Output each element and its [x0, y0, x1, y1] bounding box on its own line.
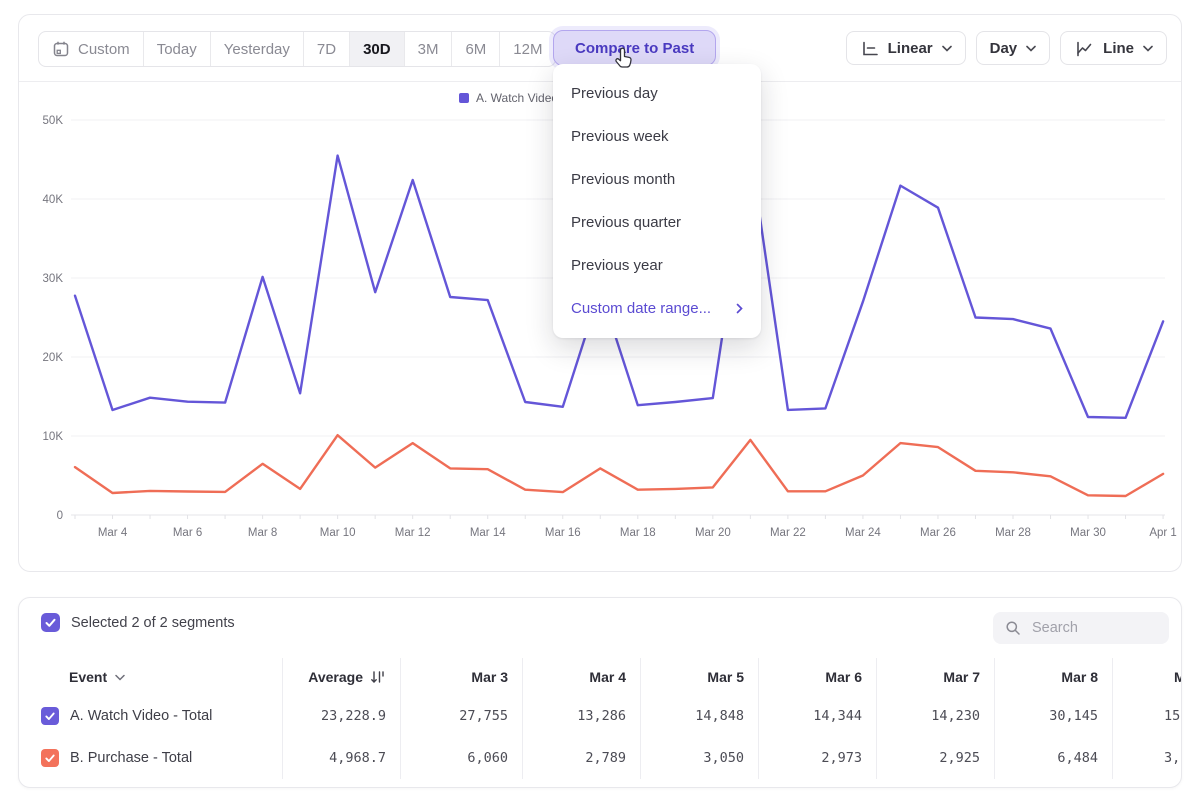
sort-descending-icon [370, 670, 386, 684]
select-all-checkbox[interactable] [41, 613, 60, 632]
search-icon [1005, 620, 1021, 636]
linear-axis-icon [860, 40, 879, 57]
range-7d-button[interactable]: 7D [304, 32, 350, 66]
svg-text:Mar 6: Mar 6 [173, 527, 202, 539]
table-cell-clipped: 3, [1112, 737, 1182, 779]
svg-text:Mar 18: Mar 18 [620, 527, 656, 539]
table-cell: 14,230 [876, 695, 994, 737]
table-cell: 6,060 [400, 737, 522, 779]
scale-dropdown[interactable]: Linear [846, 31, 966, 65]
svg-text:Mar 10: Mar 10 [320, 527, 356, 539]
svg-text:Mar 20: Mar 20 [695, 527, 731, 539]
date-column-header: Mar 4 [522, 659, 640, 695]
svg-text:10K: 10K [43, 431, 64, 443]
range-30d-button[interactable]: 30D [350, 32, 405, 66]
interval-dropdown[interactable]: Day [976, 31, 1051, 65]
svg-text:Mar 16: Mar 16 [545, 527, 581, 539]
table-cell: 2,925 [876, 737, 994, 779]
svg-text:Mar 22: Mar 22 [770, 527, 806, 539]
menu-item-previous-year[interactable]: Previous year [553, 244, 761, 287]
menu-item-previous-month[interactable]: Previous month [553, 158, 761, 201]
svg-text:Apr 1: Apr 1 [1149, 527, 1177, 539]
range-yesterday-button[interactable]: Yesterday [211, 32, 304, 66]
row-checkbox-purchase[interactable] [41, 749, 59, 767]
segments-search[interactable] [993, 612, 1169, 644]
table-cell-clipped: 15, [1112, 695, 1182, 737]
event-column-header[interactable]: Event [19, 659, 282, 695]
date-column-header: Mar 6 [758, 659, 876, 695]
svg-text:Mar 30: Mar 30 [1070, 527, 1106, 539]
svg-text:Mar 26: Mar 26 [920, 527, 956, 539]
chevron-right-icon [736, 303, 743, 314]
svg-text:30K: 30K [43, 273, 64, 285]
svg-text:Mar 8: Mar 8 [248, 527, 277, 539]
selected-segments-label: Selected 2 of 2 segments [71, 615, 235, 631]
compare-to-past-menu: Previous day Previous week Previous mont… [553, 64, 761, 338]
svg-text:50K: 50K [43, 115, 64, 127]
check-icon [44, 752, 56, 764]
table-cell: 14,344 [758, 695, 876, 737]
date-column-header: Mar 3 [400, 659, 522, 695]
range-12m-button[interactable]: 12M [500, 32, 555, 66]
table-cell: 2,789 [522, 737, 640, 779]
table-cell: 13,286 [522, 695, 640, 737]
table-cell: 6,484 [994, 737, 1112, 779]
date-column-header: Mar 8 [994, 659, 1112, 695]
chart-display-controls: Linear Day Line [846, 31, 1167, 65]
date-column-header: Mar 5 [640, 659, 758, 695]
segments-card: Selected 2 of 2 segments Event Average [18, 597, 1182, 788]
segments-table: Event Average Mar 3 Mar 4 Mar 5 Mar 6 Ma… [19, 659, 1182, 779]
svg-text:0: 0 [57, 510, 63, 522]
table-cell: 3,050 [640, 737, 758, 779]
table-cell: 14,848 [640, 695, 758, 737]
hand-cursor-icon [612, 47, 635, 72]
svg-text:Mar 4: Mar 4 [98, 527, 128, 539]
table-cell: 27,755 [400, 695, 522, 737]
line-chart-icon [1074, 40, 1094, 57]
chevron-down-icon [1026, 45, 1036, 52]
date-column-header: Mar 7 [876, 659, 994, 695]
svg-text:Mar 12: Mar 12 [395, 527, 431, 539]
range-3m-button[interactable]: 3M [405, 32, 453, 66]
check-icon [44, 616, 57, 629]
range-6m-button[interactable]: 6M [452, 32, 500, 66]
range-custom-button[interactable]: Custom [39, 32, 144, 66]
svg-text:20K: 20K [43, 352, 64, 364]
series-a-legend-label: A. Watch Video [476, 91, 558, 105]
calendar-icon [52, 40, 70, 58]
svg-text:Mar 28: Mar 28 [995, 527, 1031, 539]
menu-item-previous-day[interactable]: Previous day [553, 72, 761, 115]
analytics-report-page: 0 10K 20K 30K 40K 50K Mar 4 Mar 6 Mar 8 Mar 10 Mar… [0, 0, 1200, 802]
menu-item-custom-date-range[interactable]: Custom date range... [553, 287, 761, 330]
check-icon [44, 710, 56, 722]
svg-text:40K: 40K [43, 194, 64, 206]
table-row-purchase-label: B. Purchase - Total [19, 737, 282, 779]
range-today-button[interactable]: Today [144, 32, 211, 66]
row-checkbox-watch-video[interactable] [41, 707, 59, 725]
chart-type-dropdown[interactable]: Line [1060, 31, 1167, 65]
menu-item-previous-week[interactable]: Previous week [553, 115, 761, 158]
svg-text:Mar 14: Mar 14 [470, 527, 506, 539]
chevron-down-icon [115, 674, 125, 681]
table-cell: 2,973 [758, 737, 876, 779]
search-input[interactable] [1030, 619, 1154, 637]
chevron-down-icon [1143, 45, 1153, 52]
average-column-header[interactable]: Average [282, 659, 400, 695]
series-a-swatch [459, 93, 469, 103]
chart-legend: A. Watch Video [459, 91, 558, 105]
table-cell: 4,968.7 [282, 737, 400, 779]
table-cell: 30,145 [994, 695, 1112, 737]
table-row-watch-video-label: A. Watch Video - Total [19, 695, 282, 737]
date-range-segmented-control: Custom Today Yesterday 7D 30D 3M 6M 12M [38, 31, 556, 67]
menu-item-previous-quarter[interactable]: Previous quarter [553, 201, 761, 244]
segments-header: Selected 2 of 2 segments [41, 613, 235, 632]
date-column-header-clipped: M [1112, 659, 1182, 695]
svg-text:Mar 24: Mar 24 [845, 527, 881, 539]
table-cell: 23,228.9 [282, 695, 400, 737]
chevron-down-icon [942, 45, 952, 52]
